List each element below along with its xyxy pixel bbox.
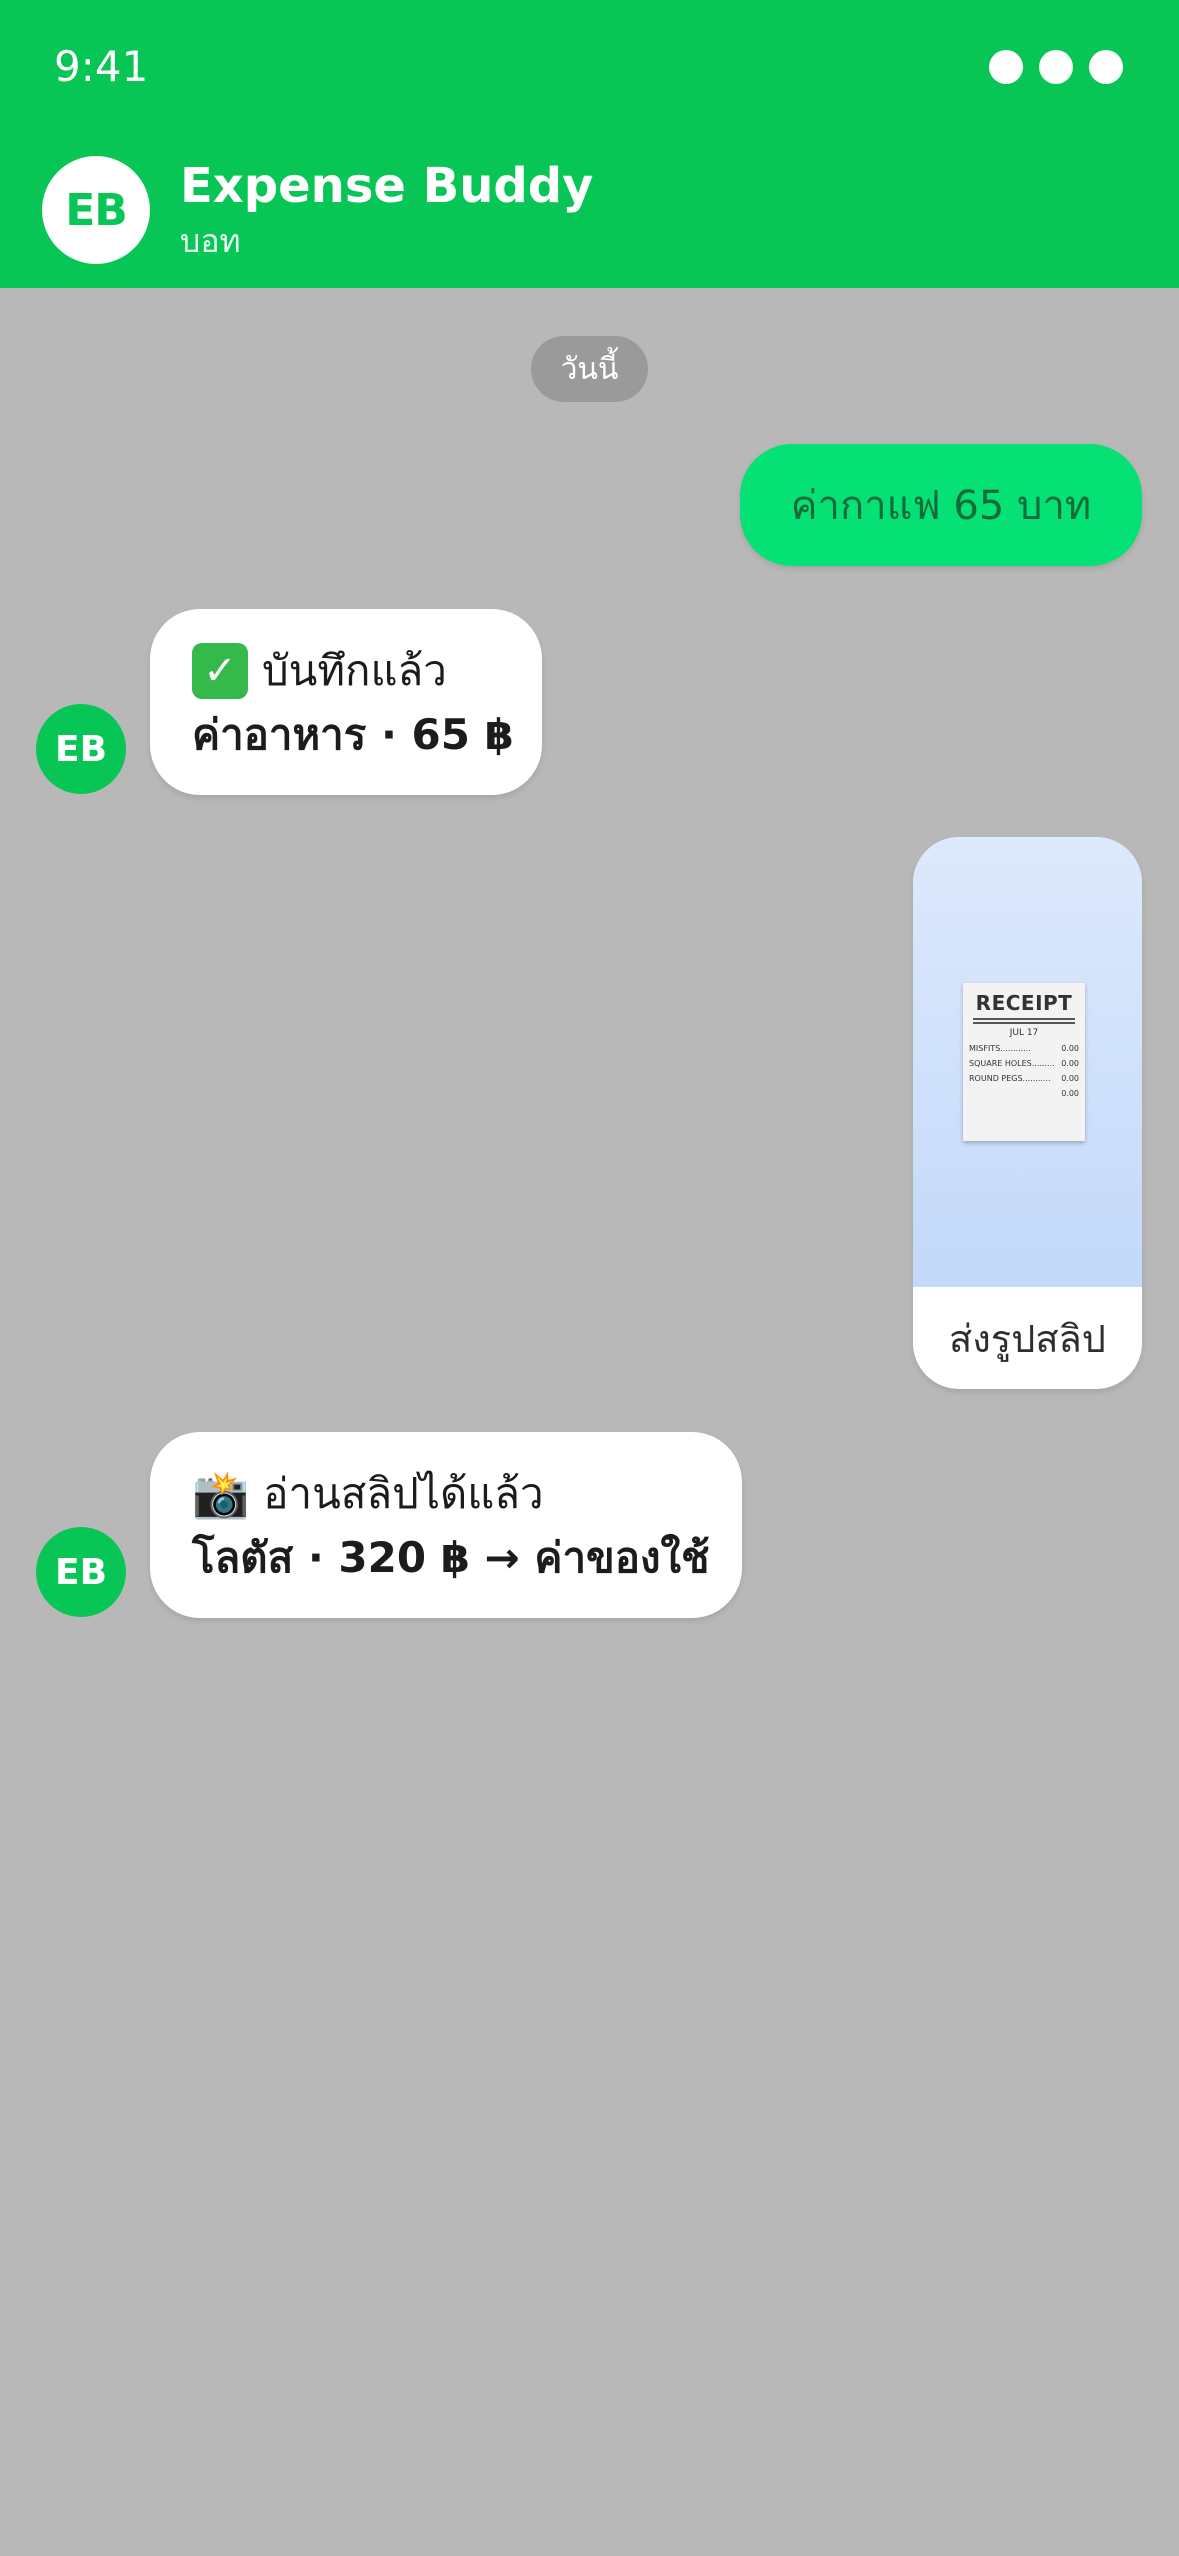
image-caption: ส่งรูปสลิป [949,1316,1106,1361]
status-time: 9:41 [54,42,149,91]
chat-title: Expense Buddy [180,158,594,214]
chat-subtitle: บอท [180,222,241,260]
more-options-icon[interactable] [989,50,1123,84]
bot-avatar[interactable]: EB [36,1527,126,1617]
bot-message-bubble[interactable]: 📸 อ่านสลิปได้แล้ว โลตัส · 320 ฿ → ค่าของ… [150,1432,742,1618]
date-divider: วันนี้ [531,336,648,402]
bot-message-line1: อ่านสลิปได้แล้ว [263,1469,544,1518]
bot-message-line1: บันทึกแล้ว [262,646,447,695]
bot-avatar[interactable]: EB [36,704,126,794]
bot-message-line2: โลตัส · 320 ฿ → ค่าของใช้ [192,1533,710,1582]
receipt-photo[interactable]: RECEIPT JUL 17 MISFITS............ 0.00 S… [913,837,1142,1287]
user-message-bubble[interactable]: ค่ากาแฟ 65 บาท [740,444,1142,566]
user-image-message[interactable]: RECEIPT JUL 17 MISFITS............ 0.00 S… [913,837,1142,1389]
user-message-text: ค่ากาแฟ 65 บาท [790,483,1092,529]
receipt-image: RECEIPT JUL 17 MISFITS............ 0.00 S… [963,983,1085,1141]
camera-flash-icon: 📸 [192,1467,250,1521]
check-mark-icon: ✓ [192,643,248,699]
header-avatar[interactable]: EB [42,156,150,264]
bot-message-bubble[interactable]: ✓ บันทึกแล้ว ค่าอาหาร · 65 ฿ [150,609,542,795]
chat-header: 9:41 EB Expense Buddy บอท [0,0,1179,288]
bot-message-line2: ค่าอาหาร · 65 ฿ [192,710,514,759]
